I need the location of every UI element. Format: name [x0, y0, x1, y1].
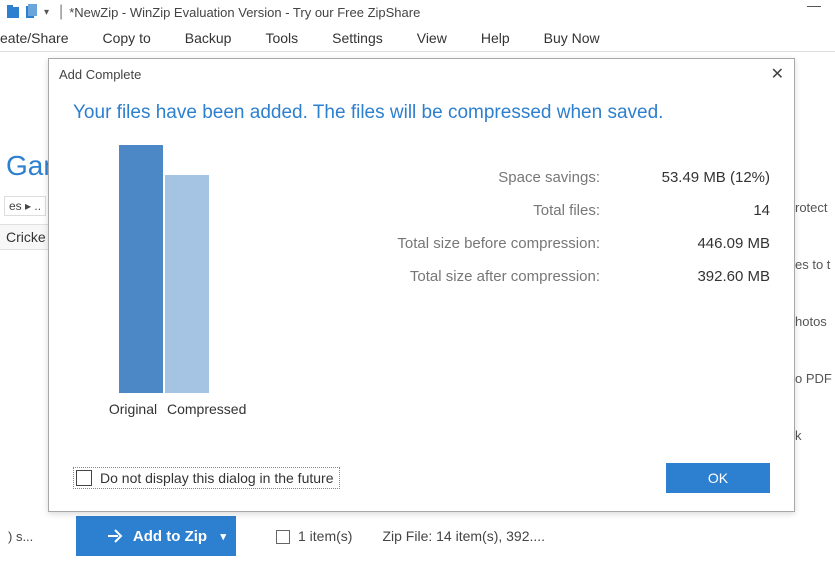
stat-label: Total size before compression: — [273, 235, 600, 252]
right-fragment: hotos — [795, 314, 835, 329]
qat-dropdown-icon[interactable]: ▾ — [44, 7, 49, 18]
stat-value: 14 — [600, 202, 770, 219]
ok-button[interactable]: OK — [666, 463, 770, 493]
stat-value: 446.09 MB — [600, 235, 770, 252]
breadcrumb-fragment[interactable]: es ▸ .. — [4, 196, 46, 216]
checkbox-icon[interactable] — [76, 470, 92, 486]
right-fragment: o PDF — [795, 371, 835, 386]
window-title: *NewZip - WinZip Evaluation Version - Tr… — [69, 5, 420, 20]
menu-settings[interactable]: Settings — [332, 30, 383, 46]
stat-label: Space savings: — [273, 169, 600, 186]
menu-buy-now[interactable]: Buy Now — [544, 30, 600, 46]
qat-icon[interactable] — [24, 4, 38, 20]
menu-copy-to[interactable]: Copy to — [103, 30, 151, 46]
zip-file-status: Zip File: 14 item(s), 392.... — [382, 528, 545, 544]
add-arrow-icon — [105, 526, 125, 546]
menu-bar: eate/Share Copy to Backup Tools Settings… — [0, 24, 835, 52]
minimize-icon[interactable] — [807, 6, 821, 8]
stat-value: 392.60 MB — [600, 268, 770, 285]
menu-help[interactable]: Help — [481, 30, 510, 46]
status-checkbox[interactable] — [276, 530, 290, 544]
menu-backup[interactable]: Backup — [185, 30, 232, 46]
app-icon — [6, 4, 20, 20]
menu-create-share[interactable]: eate/Share — [0, 30, 69, 46]
chevron-down-icon[interactable]: ▾ — [220, 530, 226, 543]
dont-show-label: Do not display this dialog in the future — [100, 470, 333, 486]
window-titlebar: ▾ | *NewZip - WinZip Evaluation Version … — [0, 0, 835, 24]
close-icon[interactable]: ✕ — [771, 64, 784, 84]
add-complete-dialog: Add Complete ✕ Your files have been adde… — [48, 58, 795, 512]
right-fragment: rotect — [795, 200, 835, 215]
dialog-titlebar: Add Complete ✕ — [49, 59, 794, 89]
stat-label: Total files: — [273, 202, 600, 219]
compression-chart: Original Compressed — [73, 145, 273, 417]
list-item-fragment[interactable]: Cricke — [0, 224, 53, 250]
chart-label-compressed: Compressed — [167, 401, 251, 417]
bottom-left-fragment: ) s... — [0, 529, 70, 544]
right-fragment: es to t — [795, 257, 835, 272]
bar-compressed — [165, 175, 209, 393]
bar-original — [119, 145, 163, 393]
title-separator: | — [59, 3, 63, 21]
chart-label-original: Original — [105, 401, 161, 417]
add-button-label: Add to Zip — [133, 528, 207, 545]
status-items: 1 item(s) — [276, 528, 352, 544]
right-panel-fragments: rotect es to t hotos o PDF k — [795, 200, 835, 485]
dialog-message: Your files have been added. The files wi… — [73, 99, 693, 127]
menu-tools[interactable]: Tools — [265, 30, 298, 46]
stat-label: Total size after compression: — [273, 268, 600, 285]
bottom-bar: ) s... Add to Zip ▾ 1 item(s) Zip File: … — [0, 516, 835, 556]
add-to-zip-button[interactable]: Add to Zip ▾ — [76, 516, 236, 556]
right-fragment: k — [795, 428, 835, 443]
compression-stats: Space savings: 53.49 MB (12%) Total file… — [273, 145, 770, 417]
dont-show-again-checkbox[interactable]: Do not display this dialog in the future — [73, 467, 340, 489]
dialog-title: Add Complete — [59, 67, 141, 82]
stat-value: 53.49 MB (12%) — [600, 169, 770, 186]
menu-view[interactable]: View — [417, 30, 447, 46]
